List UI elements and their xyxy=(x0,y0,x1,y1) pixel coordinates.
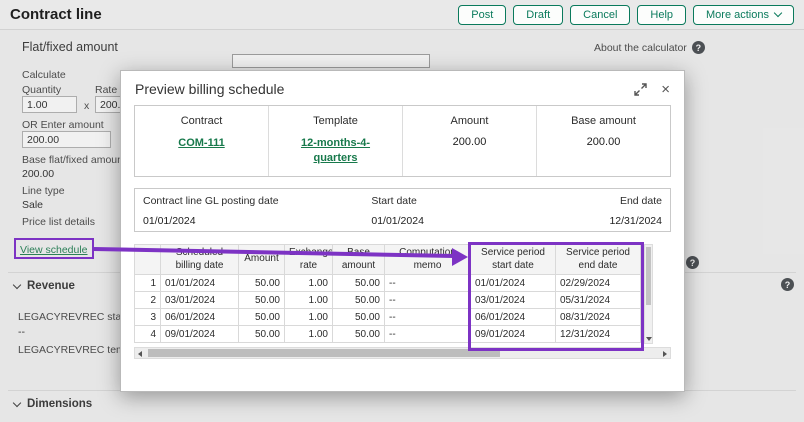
table-cell: 2 xyxy=(135,292,161,309)
chevron-down-icon xyxy=(774,9,782,17)
post-button[interactable]: Post xyxy=(458,5,506,25)
table-row[interactable]: 306/01/202450.001.0050.00--06/01/202408/… xyxy=(135,309,641,326)
table-cell: 1.00 xyxy=(285,326,333,343)
table-cell: 01/01/2024 xyxy=(161,275,239,292)
table-cell: 4 xyxy=(135,326,161,343)
table-cell: 08/31/2024 xyxy=(556,309,641,326)
schedule-table-body: 101/01/202450.001.0050.00--01/01/202402/… xyxy=(135,275,641,343)
gl-posting-date-label: Contract line GL posting date xyxy=(143,195,371,207)
modal-title: Preview billing schedule xyxy=(135,81,284,97)
end-date-label: End date xyxy=(558,195,662,207)
start-date: Start date 01/01/2024 xyxy=(371,195,558,225)
base-amount-value: 200.00 xyxy=(537,136,670,148)
table-cell: -- xyxy=(385,309,471,326)
draft-button[interactable]: Draft xyxy=(513,5,563,25)
gl-posting-date-value: 01/01/2024 xyxy=(143,215,371,227)
table-row[interactable]: 203/01/202450.001.0050.00--03/01/202405/… xyxy=(135,292,641,309)
column-header: Service period start date xyxy=(471,245,556,275)
column-header xyxy=(135,245,161,275)
table-cell: 3 xyxy=(135,309,161,326)
header-actions: Post Draft Cancel Help More actions xyxy=(458,5,794,25)
more-actions-label: More actions xyxy=(706,9,769,21)
template-link[interactable]: 12-months-4-quarters xyxy=(286,136,386,166)
scroll-right-arrow-icon[interactable] xyxy=(663,351,667,357)
table-cell: 50.00 xyxy=(333,292,385,309)
start-date-value: 01/01/2024 xyxy=(371,215,558,227)
dates-card: Contract line GL posting date 01/01/2024… xyxy=(134,188,671,232)
table-cell: 12/31/2024 xyxy=(556,326,641,343)
table-cell: 01/01/2024 xyxy=(471,275,556,292)
close-icon[interactable]: × xyxy=(661,82,670,97)
table-cell: 1.00 xyxy=(285,309,333,326)
contract-label: Contract xyxy=(135,115,268,127)
table-cell: 02/29/2024 xyxy=(556,275,641,292)
help-button[interactable]: Help xyxy=(637,5,686,25)
horizontal-scrollbar[interactable] xyxy=(134,347,671,359)
table-row[interactable]: 101/01/202450.001.0050.00--01/01/202402/… xyxy=(135,275,641,292)
page-header: Contract line Post Draft Cancel Help Mor… xyxy=(0,0,804,30)
vertical-scrollbar[interactable] xyxy=(644,244,653,344)
scroll-down-arrow-icon[interactable] xyxy=(646,337,651,341)
scrollbar-thumb[interactable] xyxy=(148,349,500,357)
column-header: Base amount xyxy=(333,245,385,275)
more-actions-button[interactable]: More actions xyxy=(693,5,794,25)
summary-amount: Amount 200.00 xyxy=(402,106,536,176)
column-header: Amount xyxy=(239,245,285,275)
modal-header: Preview billing schedule × xyxy=(121,71,684,101)
column-header: Scheduled billing date xyxy=(161,245,239,275)
summary-card: Contract COM-111 Template 12-months-4-qu… xyxy=(134,105,671,177)
table-cell: 05/31/2024 xyxy=(556,292,641,309)
table-cell: 50.00 xyxy=(333,275,385,292)
scroll-left-arrow-icon[interactable] xyxy=(138,351,142,357)
table-cell: 50.00 xyxy=(239,326,285,343)
summary-template: Template 12-months-4-quarters xyxy=(268,106,402,176)
table-row[interactable]: 409/01/202450.001.0050.00--09/01/202412/… xyxy=(135,326,641,343)
schedule-header-row: Scheduled billing dateAmountExchange rat… xyxy=(135,245,641,275)
table-cell: 50.00 xyxy=(239,275,285,292)
schedule-table: Scheduled billing dateAmountExchange rat… xyxy=(134,244,641,343)
cancel-button[interactable]: Cancel xyxy=(570,5,630,25)
column-header: Service period end date xyxy=(556,245,641,275)
base-amount-label: Base amount xyxy=(537,115,670,127)
page-title: Contract line xyxy=(10,6,102,23)
table-cell: 06/01/2024 xyxy=(161,309,239,326)
table-cell: 09/01/2024 xyxy=(471,326,556,343)
start-date-label: Start date xyxy=(371,195,558,207)
end-date-value: 12/31/2024 xyxy=(558,215,662,227)
summary-contract: Contract COM-111 xyxy=(135,106,268,176)
summary-base-amount: Base amount 200.00 xyxy=(536,106,670,176)
table-cell: 50.00 xyxy=(239,309,285,326)
table-cell: 50.00 xyxy=(239,292,285,309)
preview-billing-schedule-modal: Preview billing schedule × Contract COM-… xyxy=(120,70,685,392)
scrollbar-thumb[interactable] xyxy=(646,247,651,305)
table-cell: 1.00 xyxy=(285,292,333,309)
template-label: Template xyxy=(269,115,402,127)
column-header: Exchange rate xyxy=(285,245,333,275)
table-cell: 03/01/2024 xyxy=(161,292,239,309)
table-cell: -- xyxy=(385,326,471,343)
expand-icon[interactable] xyxy=(634,83,647,96)
table-cell: 50.00 xyxy=(333,309,385,326)
table-cell: -- xyxy=(385,275,471,292)
end-date: End date 12/31/2024 xyxy=(558,195,662,225)
table-cell: 03/01/2024 xyxy=(471,292,556,309)
gl-posting-date: Contract line GL posting date 01/01/2024 xyxy=(143,195,371,225)
contract-link[interactable]: COM-111 xyxy=(178,136,224,151)
table-cell: 09/01/2024 xyxy=(161,326,239,343)
table-cell: 06/01/2024 xyxy=(471,309,556,326)
column-header: Computation memo xyxy=(385,245,471,275)
screen: Contract line Post Draft Cancel Help Mor… xyxy=(0,0,804,422)
table-cell: 50.00 xyxy=(333,326,385,343)
table-cell: -- xyxy=(385,292,471,309)
table-cell: 1.00 xyxy=(285,275,333,292)
table-cell: 1 xyxy=(135,275,161,292)
amount-value: 200.00 xyxy=(403,136,536,148)
amount-label: Amount xyxy=(403,115,536,127)
modal-header-icons: × xyxy=(634,82,670,97)
schedule-table-container: Scheduled billing dateAmountExchange rat… xyxy=(134,244,642,344)
